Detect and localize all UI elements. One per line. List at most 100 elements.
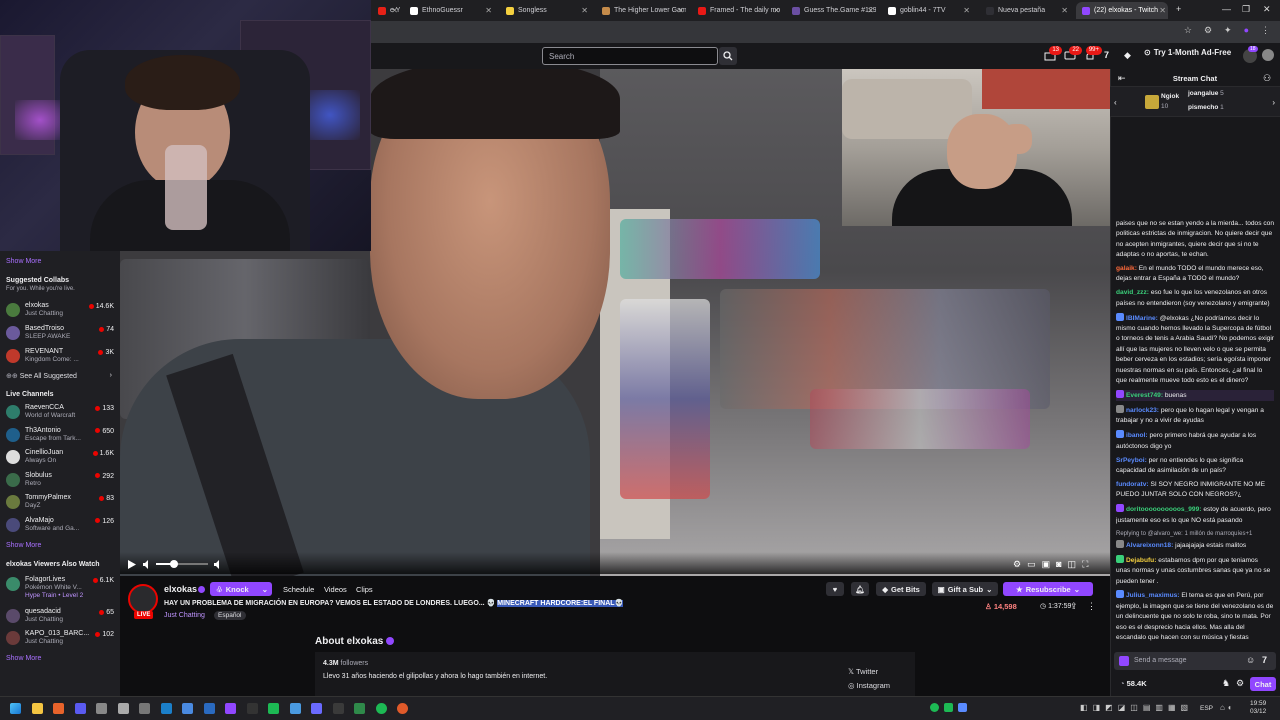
sidebar-channel[interactable]: Th3Antonio Escape from Tark... 650 <box>6 426 116 446</box>
maximize-icon[interactable]: ❐ <box>1242 4 1250 15</box>
close-window-icon[interactable]: ✕ <box>1263 4 1271 15</box>
follow-heart-button[interactable]: ♥ <box>826 582 844 596</box>
tab-close-icon[interactable]: ✕ <box>485 6 492 15</box>
sidebar-channel[interactable]: REVENANT Kingdom Come: ... 3K <box>6 347 116 367</box>
tiktok-icon[interactable] <box>246 703 258 714</box>
sidebar-channel[interactable]: KAPO_013_BARC... Just Chatting 102 <box>6 629 116 649</box>
more-options-icon[interactable]: ⋮ <box>1087 601 1096 612</box>
try-ad-free-button[interactable]: ⊙ Try 1-Month Ad-Free <box>1144 48 1231 57</box>
show-more-link[interactable]: Show More <box>6 542 41 549</box>
sidebar-channel[interactable]: FolagorLives Pokémon White V... 6.1K Hype T… <box>6 575 116 599</box>
chat-badge-icon[interactable] <box>1119 656 1129 666</box>
twitter-link[interactable]: 𝕏 Twitter <box>848 667 878 676</box>
chat-send-button[interactable]: Chat <box>1250 677 1276 691</box>
sidebar-channel[interactable]: BasedTroiso SLEEP AWAKE 74 <box>6 324 116 344</box>
tab-close-icon[interactable]: ✕ <box>1159 6 1166 15</box>
screenshot-icon[interactable]: ◙ <box>1056 559 1061 570</box>
share-icon[interactable]: ⇪ <box>1070 601 1078 612</box>
tab-close-icon[interactable]: ✕ <box>773 6 780 15</box>
chat-users-icon[interactable]: ⚇ <box>1263 73 1271 84</box>
emote-icon[interactable]: ☺ <box>1246 655 1255 665</box>
tray-app-icon[interactable] <box>944 703 953 712</box>
tab-close-icon[interactable]: ✕ <box>581 6 588 15</box>
channel-avatar[interactable] <box>128 584 158 614</box>
chat-username[interactable]: Dejabufu: <box>1126 557 1156 564</box>
extensions-puzzle-icon[interactable]: ✦ <box>1224 25 1232 36</box>
channel-points[interactable]: ◔ 58.4K <box>1120 679 1147 688</box>
chat-username[interactable]: SrPeyboi: <box>1116 457 1147 464</box>
category-link[interactable]: Just Chatting <box>164 612 205 619</box>
theatre-mode-icon[interactable]: ▭ <box>1027 559 1036 570</box>
app-icon[interactable] <box>311 703 322 714</box>
clips-link[interactable]: Clips <box>356 585 373 594</box>
browser-tab[interactable]: EthnoGuessr ✕ <box>404 2 494 19</box>
browser-tab[interactable]: Songless ✕ <box>500 2 590 19</box>
profile-icon[interactable]: ● <box>1244 25 1249 36</box>
app-icon[interactable] <box>268 703 279 714</box>
videos-link[interactable]: Videos <box>324 585 347 594</box>
tray-network-volume[interactable]: ⌂ ◖ <box>1220 703 1232 712</box>
chat-username[interactable]: fundoratv: <box>1116 481 1149 488</box>
browser-tab[interactable]: Nueva pestaña ✕ <box>980 2 1070 19</box>
tray-app-icon[interactable]: ◫ <box>1130 703 1138 712</box>
file-explorer-icon[interactable] <box>31 703 43 714</box>
steam-icon[interactable] <box>160 703 172 714</box>
app-icon[interactable] <box>332 703 344 714</box>
sidebar-channel[interactable]: TommyPalmex DayZ 83 <box>6 493 116 513</box>
clip-icon[interactable]: ▣ <box>1042 559 1051 570</box>
chevron-down-icon[interactable]: ⌄ <box>262 585 268 594</box>
volume-max-icon[interactable] <box>214 560 223 569</box>
app-icon[interactable] <box>96 703 107 714</box>
schedule-link[interactable]: Schedule <box>283 585 314 594</box>
get-bits-button[interactable]: ◆ Get Bits <box>876 582 926 596</box>
spotify-icon[interactable] <box>375 703 387 714</box>
app-icon[interactable] <box>182 703 193 714</box>
knock-button[interactable]: ♧ Knock ⌄ <box>210 582 272 596</box>
play-icon[interactable] <box>128 560 136 569</box>
sidebar-channel[interactable]: AlvaMajo Software and Ga... 126 <box>6 516 116 536</box>
whispers-icon[interactable]: 22 <box>1064 46 1082 62</box>
browser-tab[interactable]: The Higher Lower Gam ✕ <box>596 2 686 19</box>
chat-username[interactable]: narlock23: <box>1126 407 1159 414</box>
show-more-link[interactable]: Show More <box>6 258 41 265</box>
start-icon[interactable] <box>10 703 21 714</box>
user-menu-icon[interactable] <box>1262 49 1274 61</box>
tab-close-icon[interactable]: ✕ <box>963 6 970 15</box>
inbox-icon[interactable]: 13 <box>1044 46 1062 62</box>
notifications-icon[interactable]: 99+ <box>1084 46 1102 62</box>
chat-username[interactable]: doritoooooooooos_999: <box>1126 506 1201 513</box>
chat-username[interactable]: ibanol: <box>1126 432 1148 439</box>
chat-username[interactable]: Julius_maximus: <box>1126 592 1180 599</box>
language-indicator[interactable]: ESP <box>1200 705 1213 713</box>
sidebar-channel[interactable]: elxokas Just Chatting 14.6K <box>6 301 116 321</box>
notification-bell-button[interactable]: 🔔︎ <box>851 582 869 596</box>
tab-close-icon[interactable]: ✕ <box>677 6 684 15</box>
fullscreen-icon[interactable]: ⛶ <box>1082 559 1088 570</box>
bookmark-star-icon[interactable]: ☆ <box>1184 25 1192 36</box>
chat-username[interactable]: galaik: <box>1116 265 1137 272</box>
tray-app-icon[interactable]: ▥ <box>1155 703 1163 712</box>
tab-close-icon[interactable]: ✕ <box>1061 6 1068 15</box>
browser-tab[interactable]: (22) elxokas - Twitch ✕ <box>1076 2 1168 19</box>
tray-app-icon[interactable]: ▤ <box>1143 703 1151 712</box>
browser-tab[interactable]: goblin44 - 7TV ✕ <box>882 2 972 19</box>
sidebar-channel[interactable]: quesadacid Just Chatting 65 <box>6 607 116 627</box>
app-icon[interactable] <box>139 703 150 714</box>
search-button[interactable] <box>719 47 737 65</box>
resubscribe-button[interactable]: ★ Resubscribe ⌄ <box>1003 582 1093 596</box>
tray-app-icon[interactable]: ◩ <box>1105 703 1113 712</box>
system-clock[interactable]: 19:59 03/12 <box>1250 700 1266 716</box>
language-tag[interactable]: Español <box>214 611 246 620</box>
browser-tab[interactable]: Guess The.Game #129 ✕ <box>786 2 876 19</box>
chat-username[interactable]: david_zzz: <box>1116 289 1149 296</box>
show-more-link[interactable]: Show More <box>6 655 41 662</box>
tab-close-icon[interactable]: ✕ <box>391 6 398 15</box>
tray-app-icon[interactable]: ▧ <box>1181 703 1189 712</box>
mod-tools-icon[interactable]: ♞ <box>1222 678 1230 689</box>
settings-icon[interactable]: ⚙ <box>1013 559 1021 570</box>
tray-app-icon[interactable]: ▦ <box>1168 703 1176 712</box>
chat-username[interactable]: Alvareixonn18: <box>1126 542 1173 549</box>
chevron-right-icon[interactable]: › <box>1272 98 1275 107</box>
app-icon[interactable] <box>203 703 215 714</box>
tray-app-icon[interactable]: ◨ <box>1093 703 1101 712</box>
